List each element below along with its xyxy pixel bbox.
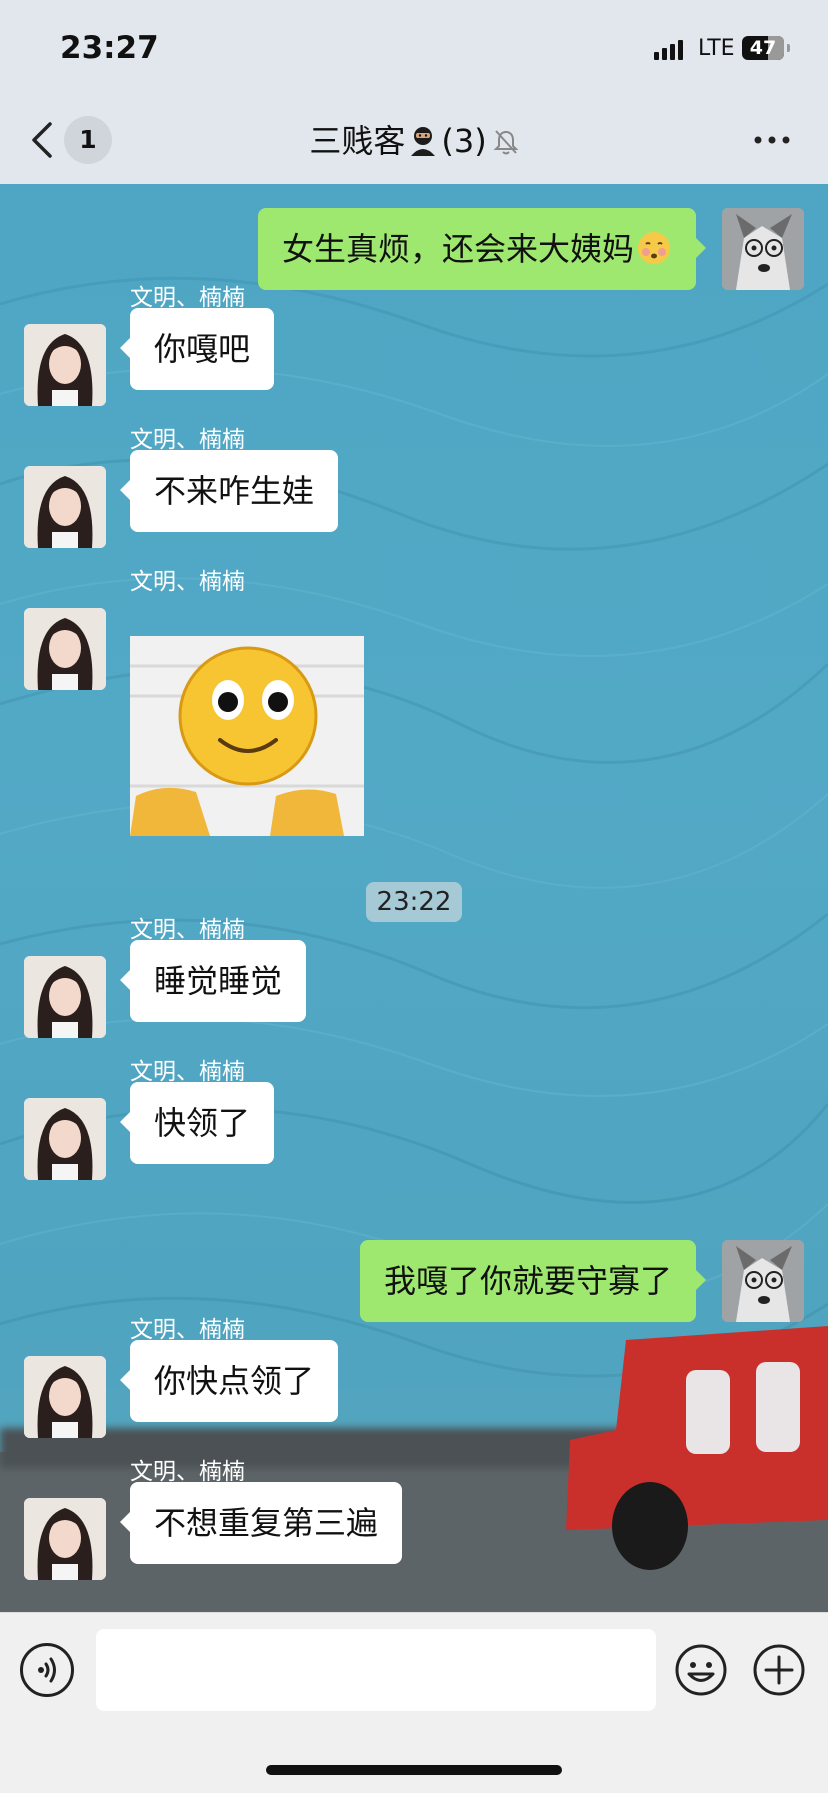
- incoming-message-bubble[interactable]: 睡觉睡觉: [119, 940, 307, 1022]
- smiley-sticker[interactable]: [130, 636, 364, 836]
- outgoing-message-bubble[interactable]: 我嘎了你就要守寡了: [359, 1240, 707, 1322]
- flushed-face-emoji-icon: [638, 232, 670, 264]
- girl-avatar-icon: [24, 466, 106, 548]
- incoming-message-bubble[interactable]: 你嘎吧: [119, 308, 275, 390]
- sender-avatar[interactable]: [24, 1356, 106, 1438]
- sender-avatar[interactable]: [24, 1498, 106, 1580]
- incoming-message-bubble[interactable]: 快领了: [119, 1082, 275, 1164]
- husky-avatar-icon: [722, 208, 804, 290]
- girl-avatar-icon: [24, 956, 106, 1038]
- bell-off-icon: [493, 130, 519, 155]
- sender-name: 文明、楠楠: [130, 1317, 245, 1343]
- message-text: 不来咋生娃: [154, 472, 315, 510]
- message-text: 女生真烦，还会来大姨妈: [281, 230, 634, 268]
- husky-avatar-icon: [722, 1240, 804, 1322]
- status-time: 23:27: [60, 30, 159, 66]
- incoming-message-bubble[interactable]: 你快点领了: [119, 1340, 339, 1422]
- sender-avatar[interactable]: [24, 324, 106, 406]
- outgoing-message-bubble[interactable]: 女生真烦，还会来大姨妈: [257, 208, 707, 290]
- member-count: (3): [441, 122, 487, 160]
- message-text: 你快点领了: [154, 1362, 315, 1400]
- sender-avatar[interactable]: [24, 608, 106, 690]
- chat-title[interactable]: 三贱客 (3): [0, 116, 828, 162]
- girl-avatar-icon: [24, 1098, 106, 1180]
- top-bar: 23:27 LTE 47 1 三贱客 (3): [0, 0, 828, 184]
- sender-name: 文明、楠楠: [130, 917, 245, 943]
- girl-avatar-icon: [24, 1356, 106, 1438]
- my-avatar[interactable]: [722, 208, 804, 290]
- battery-level: 47: [749, 37, 777, 59]
- more-icon[interactable]: [752, 132, 792, 148]
- girl-avatar-icon: [24, 608, 106, 690]
- message-text: 睡觉睡觉: [154, 962, 283, 1000]
- message-input[interactable]: [96, 1629, 656, 1711]
- car-illustration: [566, 1326, 828, 1570]
- girl-avatar-icon: [24, 1498, 106, 1580]
- battery-icon: 47: [742, 36, 790, 60]
- voice-button[interactable]: [20, 1643, 74, 1697]
- girl-avatar-icon: [24, 324, 106, 406]
- chat-title-text: 三贱客: [309, 122, 406, 160]
- sender-name: 文明、楠楠: [130, 1059, 245, 1085]
- voice-icon: [38, 1657, 56, 1683]
- sender-avatar[interactable]: [24, 1098, 106, 1180]
- incoming-message-bubble[interactable]: 不来咋生娃: [119, 450, 339, 532]
- timestamp-divider: 23:22: [366, 882, 462, 922]
- sender-name: 文明、楠楠: [130, 427, 245, 453]
- sender-name: 文明、楠楠: [130, 285, 245, 311]
- my-avatar[interactable]: [722, 1240, 804, 1322]
- smiley-sticker-icon: [130, 636, 364, 836]
- input-bar: [0, 1612, 828, 1793]
- message-text: 你嘎吧: [154, 330, 251, 368]
- sender-name: 文明、楠楠: [130, 1459, 245, 1485]
- message-text: 不想重复第三遍: [154, 1504, 379, 1542]
- sender-avatar[interactable]: [24, 466, 106, 548]
- sender-name: 文明、楠楠: [130, 569, 245, 595]
- message-text: 快领了: [154, 1104, 251, 1142]
- emoji-icon[interactable]: [674, 1643, 728, 1697]
- network-label: LTE: [698, 36, 735, 61]
- chat-area[interactable]: 女生真烦，还会来大姨妈 文明、楠楠 你嘎吧 文明、楠楠 不来咋生娃 文明、楠楠 …: [0, 184, 828, 1612]
- sender-avatar[interactable]: [24, 956, 106, 1038]
- plus-icon[interactable]: [752, 1643, 806, 1697]
- home-indicator: [266, 1765, 562, 1775]
- signal-icon: [654, 40, 683, 60]
- ninja-emoji-icon: [411, 127, 436, 156]
- incoming-message-bubble[interactable]: 不想重复第三遍: [119, 1482, 403, 1564]
- message-text: 我嘎了你就要守寡了: [383, 1262, 672, 1300]
